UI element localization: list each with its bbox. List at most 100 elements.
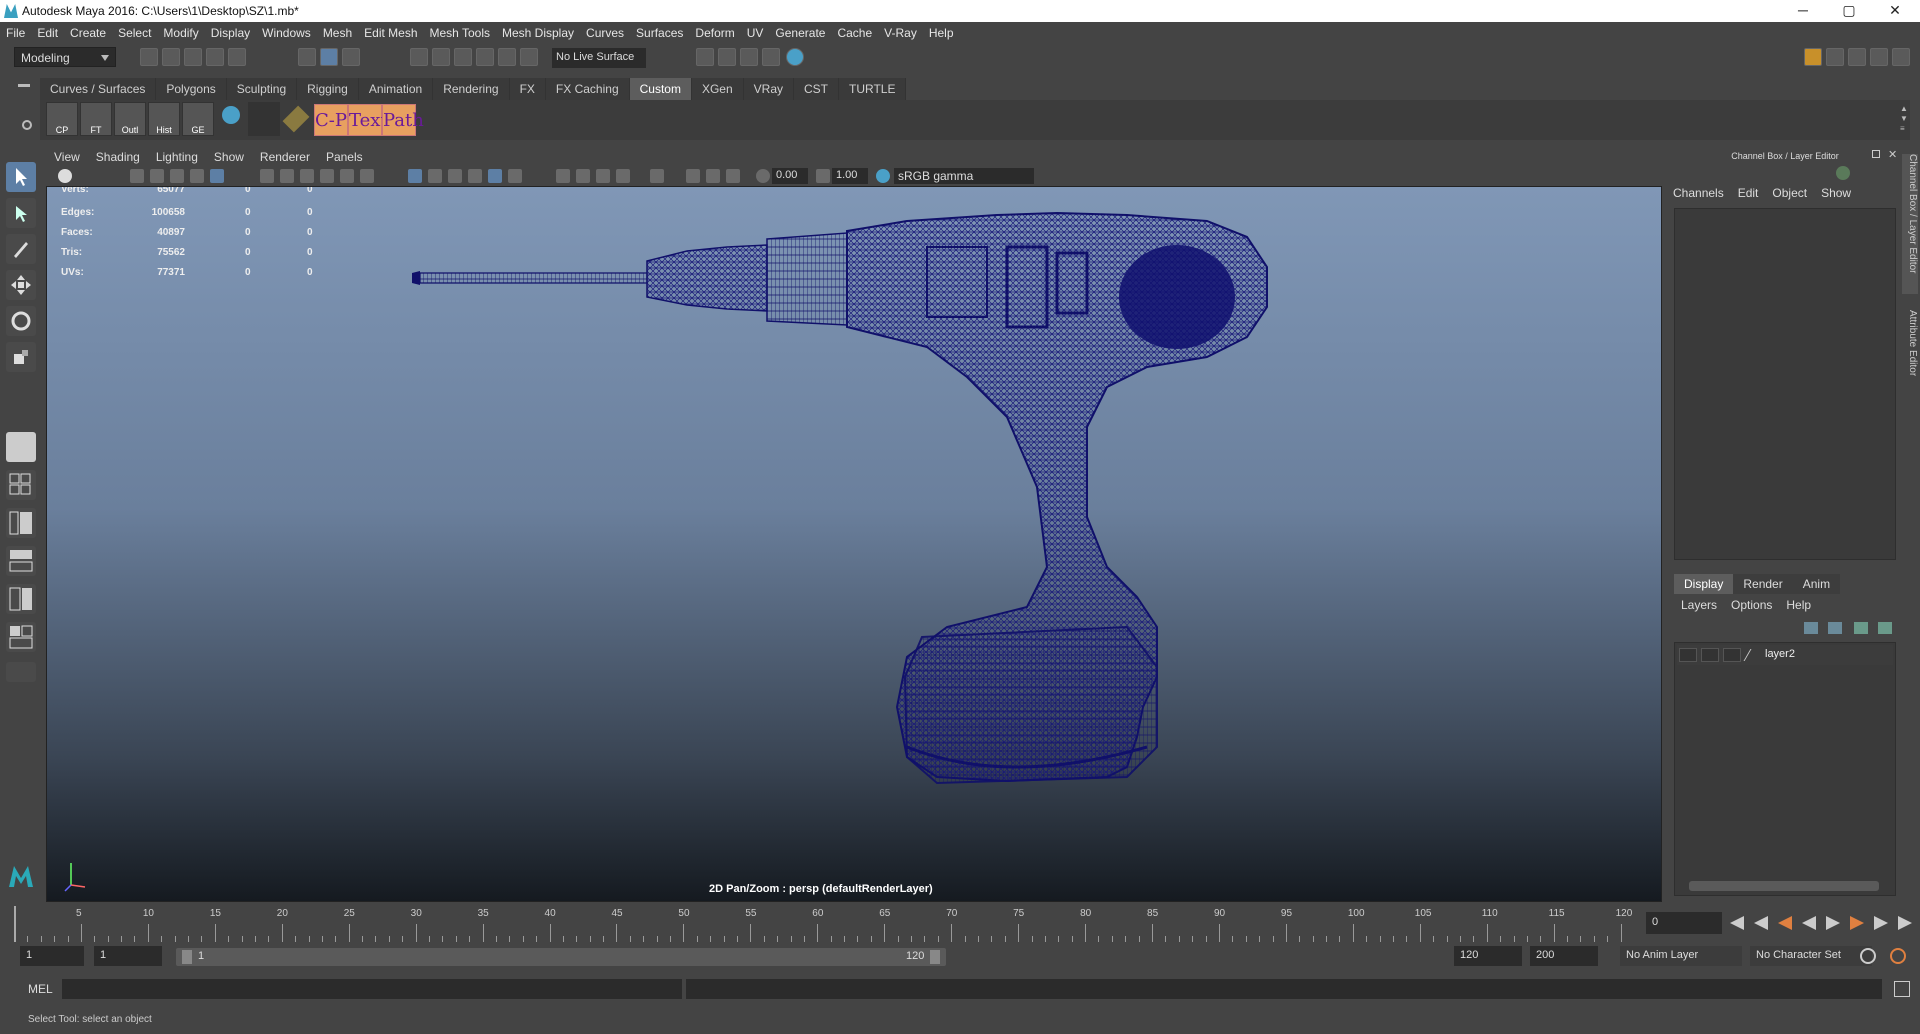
screen-space-ao-icon[interactable] [596, 169, 610, 183]
resolution-gate-icon[interactable] [300, 169, 314, 183]
close-panel-icon[interactable]: ✕ [1888, 148, 1897, 161]
menu-display[interactable]: Display [205, 22, 256, 44]
component-xray-icon[interactable] [726, 169, 740, 183]
shelf-button-text[interactable]: Text [348, 104, 388, 136]
character-set-dropdown[interactable]: No Character Set [1750, 946, 1872, 966]
anim-layer-dropdown[interactable]: No Anim Layer [1620, 946, 1742, 966]
shelf-tab-curves-surfaces[interactable]: Curves / Surfaces [40, 78, 157, 100]
playback-start-field[interactable]: 1 [94, 946, 162, 966]
viewport-menu-lighting[interactable]: Lighting [148, 148, 206, 166]
menu-mesh-display[interactable]: Mesh Display [496, 22, 580, 44]
layer-display-type-toggle[interactable] [1723, 648, 1741, 662]
maximize-button[interactable]: ▢ [1826, 0, 1872, 22]
render-view-icon[interactable] [696, 48, 714, 66]
menu-curves[interactable]: Curves [580, 22, 630, 44]
channel-box-area[interactable] [1674, 208, 1896, 560]
go-to-end-icon[interactable] [1898, 916, 1912, 930]
camera-attributes-icon[interactable] [130, 169, 144, 183]
menu-mesh[interactable]: Mesh [317, 22, 358, 44]
field-chart-icon[interactable] [340, 169, 354, 183]
rotate-tool-icon[interactable] [6, 306, 36, 336]
channel-box-menu-show[interactable]: Show [1814, 186, 1858, 200]
shelf-button-ft[interactable]: FT [80, 102, 112, 136]
select-hierarchy-icon[interactable] [298, 48, 316, 66]
menu-windows[interactable]: Windows [256, 22, 317, 44]
side-tab-attribute-editor[interactable]: Attribute Editor [1902, 310, 1918, 400]
viewport-menu-view[interactable]: View [46, 148, 88, 166]
xray-joints-icon[interactable] [686, 169, 700, 183]
snap-point-icon[interactable] [454, 48, 472, 66]
2d-pan-zoom-icon[interactable] [190, 169, 204, 183]
graph-editor-layout-icon[interactable] [6, 546, 36, 576]
shadows-icon[interactable] [576, 169, 590, 183]
layer-name[interactable]: layer2 [1765, 648, 1795, 660]
shelf-tab-turtle[interactable]: TURTLE [839, 78, 907, 100]
perspective-viewport[interactable]: Verts: 65077 0 0 Edges: 100658 0 0 Faces: 40897… [46, 186, 1662, 902]
menu-help[interactable]: Help [923, 22, 960, 44]
step-back-frame-icon[interactable] [1778, 916, 1792, 930]
shelf-tab-rendering[interactable]: Rendering [433, 78, 510, 100]
sign-in-icon[interactable] [1804, 48, 1822, 66]
render-settings-icon[interactable] [762, 48, 780, 66]
exposure-icon[interactable] [756, 169, 770, 183]
move-tool-icon[interactable] [6, 270, 36, 300]
select-camera-icon[interactable] [58, 169, 72, 183]
persp-outliner-layout-icon[interactable] [6, 508, 36, 538]
play-backwards-icon[interactable] [1802, 916, 1816, 930]
render-frame-icon[interactable] [718, 48, 736, 66]
play-forwards-icon[interactable] [1826, 916, 1840, 930]
shelf-tab-polygons[interactable]: Polygons [156, 78, 227, 100]
gamma-field[interactable]: 1.00 [832, 168, 868, 184]
layer-visibility-toggle[interactable] [1679, 648, 1697, 662]
shelf-tab-vray[interactable]: VRay [743, 78, 794, 100]
command-input[interactable] [62, 979, 682, 999]
image-plane-icon[interactable] [170, 169, 184, 183]
step-forward-frame-icon[interactable] [1850, 916, 1864, 930]
viewport-menu-renderer[interactable]: Renderer [252, 148, 318, 166]
use-all-lights-icon[interactable] [556, 169, 570, 183]
color-management-icon[interactable] [876, 169, 890, 183]
new-layer-selected-icon[interactable] [1878, 622, 1892, 634]
channel-box-lock-icon[interactable] [1836, 166, 1850, 180]
snap-grid-icon[interactable] [410, 48, 428, 66]
range-end-handle[interactable] [930, 950, 940, 964]
menu-select[interactable]: Select [112, 22, 157, 44]
xray-active-icon[interactable] [706, 169, 720, 183]
layer-menu-options[interactable]: Options [1724, 598, 1779, 612]
side-tab-channel-box[interactable]: Channel Box / Layer Editor [1902, 154, 1918, 294]
viewport-menu-show[interactable]: Show [206, 148, 252, 166]
auto-key-icon[interactable] [1860, 948, 1876, 964]
shelf-tab-custom[interactable]: Custom [629, 78, 692, 100]
use-default-material-icon[interactable] [448, 169, 462, 183]
exposure-field[interactable]: 0.00 [772, 168, 808, 184]
menu-generate[interactable]: Generate [769, 22, 831, 44]
layer-color-swatch[interactable] [1743, 649, 1763, 661]
menu-create[interactable]: Create [64, 22, 112, 44]
ipr-render-icon[interactable] [740, 48, 758, 66]
tool-settings-toggle-icon[interactable] [1870, 48, 1888, 66]
snap-surface-icon[interactable] [498, 48, 516, 66]
shelf-checker-icon[interactable] [248, 102, 280, 136]
close-button[interactable]: ✕ [1872, 0, 1918, 22]
motion-blur-icon[interactable] [616, 169, 630, 183]
film-gate-icon[interactable] [280, 169, 294, 183]
shelf-tab-rigging[interactable]: Rigging [297, 78, 359, 100]
grease-pencil-icon[interactable] [210, 169, 224, 183]
animation-end-field[interactable]: 200 [1530, 946, 1598, 966]
new-scene-icon[interactable] [140, 48, 158, 66]
hypershade-layout-icon[interactable] [6, 584, 36, 614]
menu-mesh-tools[interactable]: Mesh Tools [424, 22, 496, 44]
step-forward-key-icon[interactable] [1874, 916, 1888, 930]
wireframe-on-shaded-icon[interactable] [468, 169, 482, 183]
minimize-button[interactable]: ─ [1780, 0, 1826, 22]
layout-menu-icon[interactable] [6, 662, 36, 682]
isolate-select-icon[interactable] [650, 169, 664, 183]
shelf-button-path[interactable]: Path [382, 104, 424, 136]
layer-menu-layers[interactable]: Layers [1674, 598, 1724, 612]
shelf-sphere-icon[interactable] [216, 102, 248, 136]
shelf-tab-animation[interactable]: Animation [358, 78, 434, 100]
shelf-tab-xgen[interactable]: XGen [691, 78, 744, 100]
menu-surfaces[interactable]: Surfaces [630, 22, 689, 44]
paint-select-tool-icon[interactable] [6, 234, 36, 264]
select-component-icon[interactable] [342, 48, 360, 66]
